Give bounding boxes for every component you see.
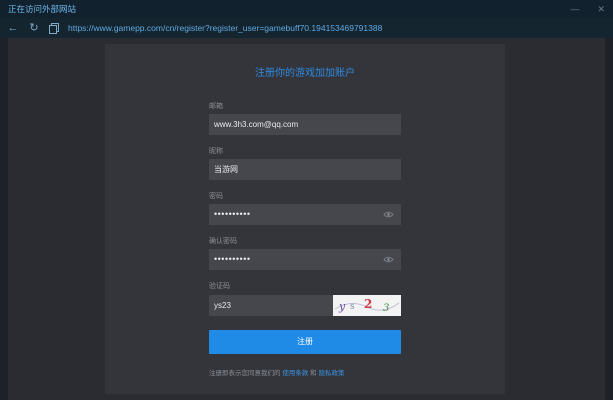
register-button[interactable]: 注册 <box>209 330 401 354</box>
address-bar: ← ↻ https://www.gamepp.com/cn/register?r… <box>0 18 613 38</box>
window-controls: — ✕ <box>570 0 605 18</box>
email-label: 邮箱 <box>209 103 223 110</box>
close-icon[interactable]: ✕ <box>597 0 605 18</box>
register-panel: 注册你的游戏加加账户 邮箱 www.3h3.com@qq.com 昵称 当游网 … <box>105 44 505 394</box>
svg-text:3: 3 <box>383 303 389 314</box>
svg-text:s: s <box>350 302 355 312</box>
window-title: 正在访问外部网站 <box>8 4 77 14</box>
confirm-password-label: 确认密码 <box>209 238 237 245</box>
svg-text:2: 2 <box>364 297 372 311</box>
back-icon[interactable]: ← <box>6 21 20 35</box>
captcha-label: 验证码 <box>209 283 230 290</box>
password-label: 密码 <box>209 193 223 200</box>
nickname-label: 昵称 <box>209 148 223 155</box>
copy-icon[interactable] <box>47 21 61 35</box>
url-text[interactable]: https://www.gamepp.com/cn/register?regis… <box>68 18 382 38</box>
terms-text: 注册即表示您同意我们的 使用条款 和 隐私政策 <box>209 367 344 377</box>
terms-and: 和 <box>310 370 317 377</box>
confirm-password-value: •••••••••• <box>214 254 251 264</box>
page-content: 注册你的游戏加加账户 邮箱 www.3h3.com@qq.com 昵称 当游网 … <box>8 38 605 400</box>
terms-of-use-link[interactable]: 使用条款 <box>282 370 308 377</box>
email-field[interactable]: www.3h3.com@qq.com <box>209 114 401 135</box>
password-value: •••••••••• <box>214 209 251 219</box>
minimize-icon[interactable]: — <box>570 0 579 18</box>
refresh-icon[interactable]: ↻ <box>27 21 41 35</box>
eye-icon[interactable] <box>383 209 394 220</box>
terms-prefix: 注册即表示您同意我们的 <box>209 370 281 377</box>
nickname-field[interactable]: 当游网 <box>209 159 401 180</box>
privacy-policy-link[interactable]: 隐私政策 <box>318 370 344 377</box>
browser-window: 正在访问外部网站 — ✕ ← ↻ https://www.gamepp.com/… <box>0 0 613 400</box>
form-title: 注册你的游戏加加账户 <box>255 68 355 79</box>
password-field[interactable]: •••••••••• <box>209 204 401 225</box>
confirm-password-field[interactable]: •••••••••• <box>209 249 401 270</box>
title-bar: 正在访问外部网站 — ✕ <box>0 0 613 18</box>
captcha-field[interactable]: ys23 <box>209 295 333 316</box>
captcha-image[interactable]: y s 2 3 <box>333 295 401 316</box>
eye-icon[interactable] <box>383 254 394 265</box>
svg-text:y: y <box>338 300 346 313</box>
